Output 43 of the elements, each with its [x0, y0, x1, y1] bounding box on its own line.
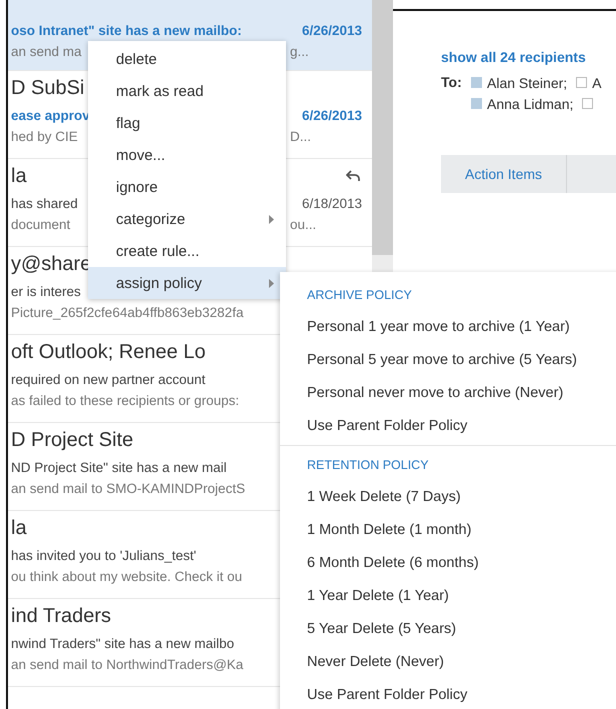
- sender-name: la: [11, 516, 27, 540]
- sender-name: D SubSi: [11, 76, 84, 100]
- to-label: To:: [441, 73, 463, 92]
- sender-name: la: [11, 164, 27, 188]
- submenu-arrow-icon: [269, 214, 274, 224]
- date-text: 6/26/2013: [302, 23, 362, 38]
- submenu-arrow-icon: [269, 278, 274, 288]
- preview-text: ou think about my website. Check it ou: [11, 569, 242, 584]
- preview-text: g...: [290, 44, 310, 59]
- preview-text: ou...: [290, 217, 318, 232]
- preview-text: as failed to these recipients or groups:: [11, 393, 240, 408]
- date-text: 6/26/2013: [302, 108, 362, 123]
- subject-text: er is interes: [11, 284, 81, 299]
- menu-item[interactable]: move...: [88, 139, 286, 171]
- menu-item[interactable]: ignore: [88, 171, 286, 203]
- subject-text: ease approv: [11, 108, 90, 123]
- preview-text: an send mail to NorthwindTraders@Ka: [11, 657, 244, 672]
- recipient-name[interactable]: A: [592, 74, 602, 90]
- sender-name: ind Traders: [11, 604, 112, 628]
- menu-item[interactable]: categorize: [88, 203, 286, 235]
- menu-item[interactable]: assign policy: [88, 267, 286, 299]
- recipient-name[interactable]: Alan Steiner;: [487, 74, 568, 90]
- preview-text: an send ma: [11, 44, 82, 59]
- subject-text: has shared: [11, 196, 78, 211]
- preview-text: an send mail to SMO-KAMINDProjectS: [11, 481, 246, 496]
- subject-text: has invited you to 'Julians_test': [11, 548, 196, 563]
- preview-text: D...: [290, 129, 312, 144]
- subject-text: required on new partner account: [11, 372, 206, 387]
- tab[interactable]: Action Items: [441, 155, 567, 193]
- sender-name: oft Outlook; Renee Lo: [11, 340, 206, 364]
- sender-name: D Project Site: [11, 428, 134, 452]
- preview-text: Picture_265f2cfe64ab4ffb863eb3282fa: [11, 305, 244, 320]
- show-recipients-link[interactable]: show all 24 recipients: [441, 46, 586, 68]
- menu-item[interactable]: mark as read: [88, 75, 286, 107]
- subject-text: oso Intranet" site has a new mailbo:: [11, 23, 242, 38]
- date-text: 6/18/2013: [302, 196, 362, 211]
- subject-text: nwind Traders" site has a new mailbo: [11, 636, 234, 651]
- preview-text: hed by CIE: [11, 129, 78, 144]
- scrollbar-thumb[interactable]: [372, 0, 393, 255]
- menu-item[interactable]: flag: [88, 107, 286, 139]
- recipient-name[interactable]: Anna Lidman;: [487, 96, 574, 112]
- preview-text: document: [11, 217, 70, 232]
- subject-text: ND Project Site" site has a new mail: [11, 460, 227, 475]
